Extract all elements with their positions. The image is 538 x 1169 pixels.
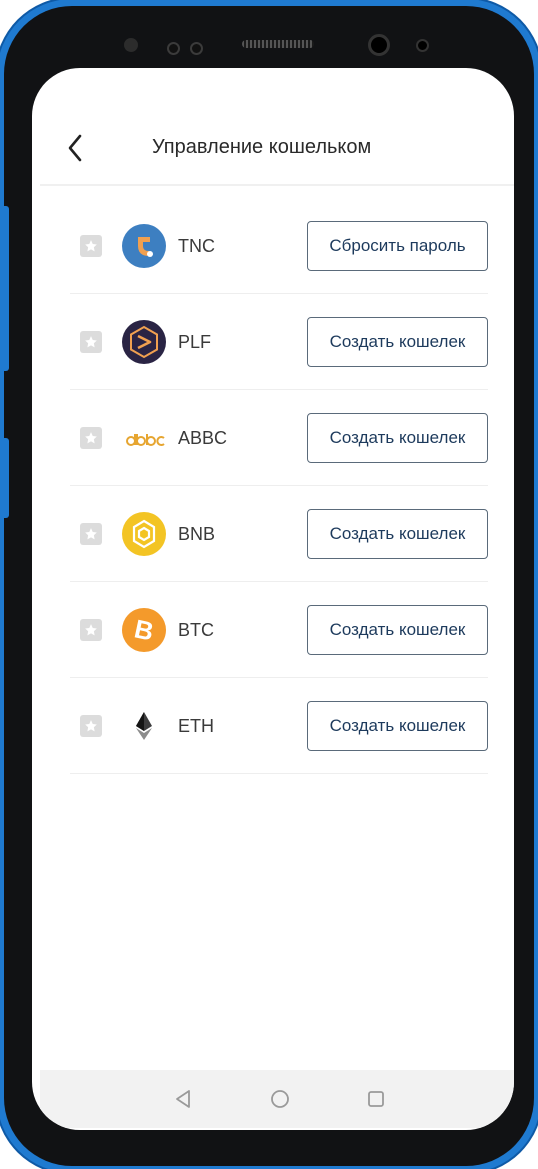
favorite-star-icon[interactable] [80, 523, 102, 545]
create-wallet-button[interactable]: Создать кошелек [307, 413, 488, 463]
coin-symbol: PLF [178, 332, 212, 352]
coin-symbol: TNC [178, 236, 215, 256]
favorite-star-icon[interactable] [80, 427, 102, 449]
back-triangle-icon [176, 1090, 190, 1108]
eth-coin-icon [136, 712, 152, 740]
power-button [1, 438, 9, 518]
wallet-row-btc: B BTC Создать кошелек [70, 582, 488, 678]
row-divider [70, 773, 488, 774]
wallet-row-plf: PLF Создать кошелек [70, 294, 488, 390]
back-button[interactable] [62, 130, 92, 166]
favorite-star-icon[interactable] [80, 715, 102, 737]
bnb-coin-icon [122, 512, 166, 556]
create-wallet-button[interactable]: Создать кошелек [307, 509, 488, 559]
favorite-star-icon[interactable] [80, 235, 102, 257]
create-wallet-button[interactable]: Создать кошелек [307, 605, 488, 655]
app-screen: Управление кошельком TNC Сбросить пароль [32, 68, 514, 1130]
wallet-row-tnc: TNC Сбросить пароль [70, 198, 488, 294]
system-nav-bar [40, 1070, 514, 1128]
coin-symbol: BNB [178, 524, 216, 544]
coin-symbol: ABBC [178, 428, 228, 448]
phone-frame: Управление кошельком TNC Сбросить пароль [1, 6, 534, 1166]
sensor-dot [167, 42, 180, 55]
abbc-coin-icon [126, 434, 165, 446]
favorite-star-icon[interactable] [80, 331, 102, 353]
sensor-dot [190, 42, 203, 55]
plf-coin-icon [122, 320, 166, 364]
wallet-row-eth: ETH Создать кошелек [70, 678, 488, 774]
create-wallet-button[interactable]: Создать кошелек [307, 317, 488, 367]
home-circle-icon [271, 1090, 289, 1108]
volume-button [1, 206, 9, 371]
coin-symbol: ETH [178, 716, 214, 736]
nav-recents-button[interactable] [364, 1087, 388, 1111]
chevron-left-icon [68, 134, 82, 162]
favorite-star-icon[interactable] [80, 619, 102, 641]
page-title: Управление кошельком [152, 136, 372, 158]
front-camera [368, 34, 390, 56]
nav-home-button[interactable] [268, 1087, 292, 1111]
reset-password-button[interactable]: Сбросить пароль [307, 221, 488, 271]
recents-square-icon [368, 1091, 384, 1107]
wallet-row-abbc: ABBC Создать кошелек [70, 390, 488, 486]
header-divider [40, 184, 514, 186]
btc-coin-icon: B [122, 608, 166, 652]
app-header: Управление кошельком [32, 68, 514, 184]
earpiece-speaker [242, 40, 314, 48]
create-wallet-button[interactable]: Создать кошелек [307, 701, 488, 751]
tnc-coin-icon [122, 224, 166, 268]
wallet-row-bnb: BNB Создать кошелек [70, 486, 488, 582]
front-sensor [416, 39, 429, 52]
front-sensor [124, 38, 138, 52]
coin-symbol: BTC [178, 620, 214, 640]
nav-back-button[interactable] [172, 1087, 196, 1111]
